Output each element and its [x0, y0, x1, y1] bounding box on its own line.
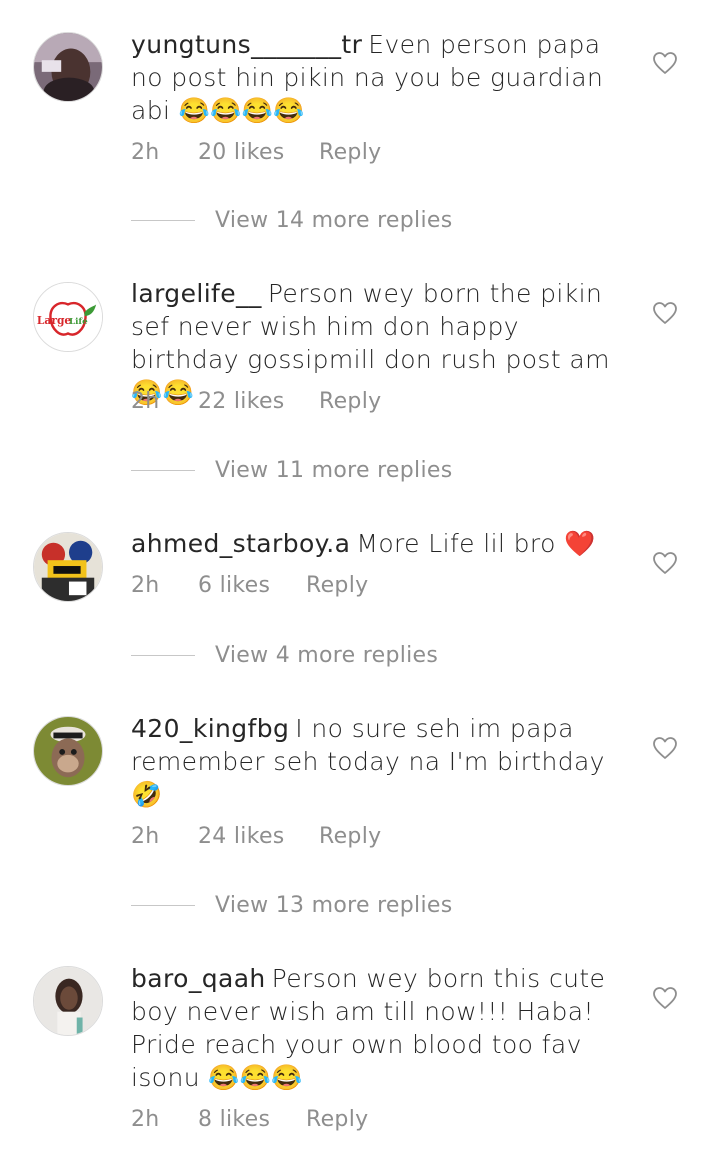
reply-button[interactable]: Reply	[319, 140, 381, 165]
likes-count[interactable]: 22 likes	[198, 389, 319, 414]
heart-outline-icon	[653, 987, 677, 1009]
large-life-logo: Large Life	[34, 283, 102, 351]
comment-text: baro_qaah Person wey born this cute boy n…	[131, 962, 631, 1094]
avatar[interactable]	[33, 966, 103, 1036]
comment-text: yungtuns_______tr Even person papa no pos…	[131, 28, 631, 127]
comment-body: More Life lil bro ❤️	[356, 529, 596, 558]
reply-button[interactable]: Reply	[319, 824, 381, 849]
heart-outline-icon	[653, 737, 677, 759]
view-replies-label: View 14 more replies	[215, 208, 453, 233]
view-replies-button[interactable]: View 11 more replies	[131, 458, 452, 483]
username[interactable]: 420_kingfbg	[131, 714, 289, 743]
comment-meta: 2h 22 likes Reply	[131, 389, 381, 414]
avatar[interactable]: Large Life	[33, 282, 103, 352]
comment-text: ahmed_starboy.a More Life lil bro ❤️	[131, 527, 631, 560]
like-button[interactable]	[652, 986, 678, 1010]
avatar[interactable]	[33, 32, 103, 102]
likes-count[interactable]: 20 likes	[198, 140, 319, 165]
heart-outline-icon	[653, 52, 677, 74]
timestamp: 2h	[131, 389, 160, 414]
divider-line	[131, 655, 195, 656]
comment-meta: 2h 24 likes Reply	[131, 824, 381, 849]
like-button[interactable]	[652, 301, 678, 325]
view-replies-button[interactable]: View 13 more replies	[131, 893, 452, 918]
avatar[interactable]	[33, 716, 103, 786]
username[interactable]: largelife__	[131, 279, 262, 308]
reply-button[interactable]: Reply	[306, 1107, 368, 1132]
likes-count[interactable]: 6 likes	[198, 573, 306, 598]
logo-text-large: Large	[37, 314, 72, 327]
user-photo	[34, 33, 102, 101]
avatar[interactable]	[33, 532, 103, 602]
like-button[interactable]	[652, 51, 678, 75]
likes-count[interactable]: 24 likes	[198, 824, 319, 849]
user-photo	[34, 967, 102, 1035]
divider-line	[131, 905, 195, 906]
comment-text: 420_kingfbg I no sure seh im papa remembe…	[131, 712, 631, 811]
likes-count[interactable]: 8 likes	[198, 1107, 306, 1132]
divider-line	[131, 220, 195, 221]
reply-button[interactable]: Reply	[306, 573, 368, 598]
divider-line	[131, 470, 195, 471]
username[interactable]: yungtuns_______tr	[131, 30, 362, 59]
username[interactable]: baro_qaah	[131, 964, 266, 993]
user-photo	[34, 533, 102, 601]
reply-button[interactable]: Reply	[319, 389, 381, 414]
ape-avatar	[34, 717, 102, 785]
comment-meta: 2h 20 likes Reply	[131, 140, 381, 165]
view-replies-label: View 11 more replies	[215, 458, 453, 483]
heart-outline-icon	[653, 552, 677, 574]
like-button[interactable]	[652, 736, 678, 760]
view-replies-button[interactable]: View 14 more replies	[131, 208, 452, 233]
view-replies-button[interactable]: View 4 more replies	[131, 643, 438, 668]
heart-outline-icon	[653, 302, 677, 324]
view-replies-label: View 4 more replies	[215, 643, 439, 668]
like-button[interactable]	[652, 551, 678, 575]
comment-meta: 2h 6 likes Reply	[131, 573, 368, 598]
timestamp: 2h	[131, 824, 160, 849]
timestamp: 2h	[131, 1107, 160, 1132]
logo-text-life: Life	[69, 317, 88, 327]
timestamp: 2h	[131, 140, 160, 165]
view-replies-label: View 13 more replies	[215, 893, 453, 918]
timestamp: 2h	[131, 573, 160, 598]
username[interactable]: ahmed_starboy.a	[131, 529, 350, 558]
comment-meta: 2h 8 likes Reply	[131, 1107, 368, 1132]
